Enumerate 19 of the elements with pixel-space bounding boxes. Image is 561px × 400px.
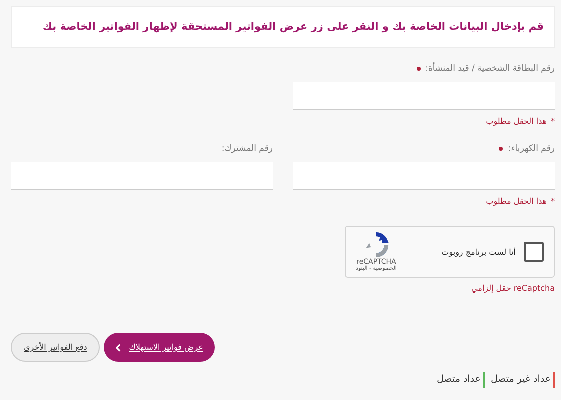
legend-label: عداد متصل	[437, 373, 481, 387]
captcha-label: أنا لست برنامج روبوت	[442, 248, 516, 256]
input-field[interactable]	[293, 162, 555, 190]
checkbox[interactable]	[524, 242, 544, 262]
field-label: رقم الكهرباء:	[508, 144, 555, 154]
asterisk-mark: *	[551, 196, 555, 206]
input-field[interactable]	[293, 82, 555, 110]
show-bills-button[interactable]: عرض فواتير الاستهلاك	[104, 333, 216, 362]
asterisk-mark: *	[551, 116, 555, 126]
page-title: قم بإدخال البيانات الخاصة بك و النقر على زر عرض الفواتير المستحقة لإظهار الفواتير الخاصة بك	[42, 21, 544, 33]
pay-bills-button[interactable]: دفع الفواتير الأخرى	[11, 333, 100, 362]
chevron-icon	[116, 344, 122, 352]
error-message: reCaptcha حقل إلزامي	[470, 284, 555, 293]
field-label: رقم المشترك:	[222, 144, 273, 154]
error-message: هذا الحقل مطلوب	[486, 196, 547, 206]
legend-label: عداد غير متصل	[490, 373, 551, 387]
error-message: هذا الحقل مطلوب	[486, 116, 547, 126]
input-field[interactable]	[11, 162, 273, 190]
field-label: رقم البطاقة الشخصية / قيد المنشأة:	[426, 64, 555, 74]
